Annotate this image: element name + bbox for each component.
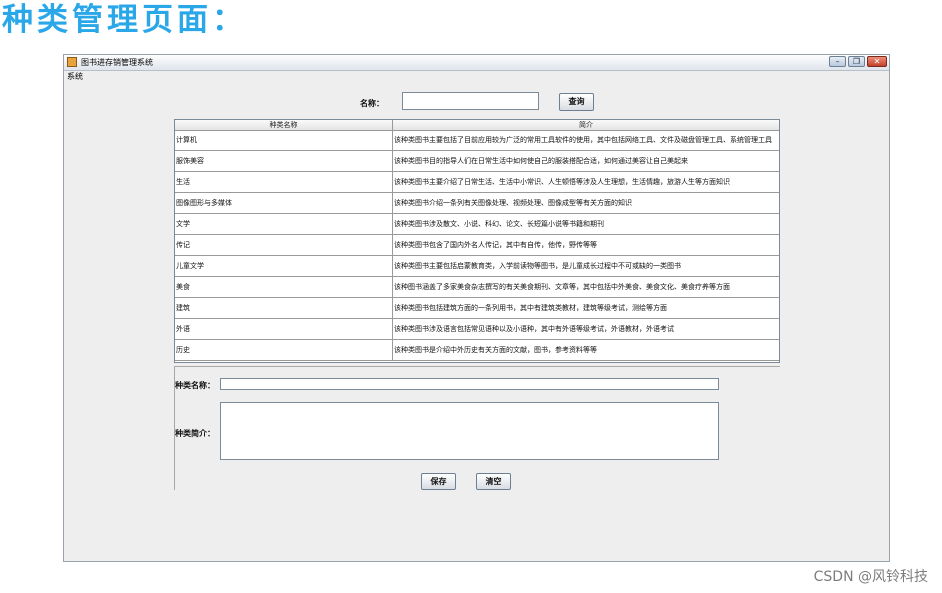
category-name-input[interactable]	[220, 378, 719, 390]
minimize-button[interactable]: –	[829, 56, 846, 67]
watermark: CSDN @风铃科技	[813, 569, 928, 585]
cell-category-description: 该种类图书涉及语言包括常见语种以及小语种，其中有外语等级考试，外语教材，外语考试	[394, 325, 674, 333]
table-row[interactable]: 建筑 该种类图书包括建筑方面的一条列用书，其中有建筑类教材，建筑等级考试，测绘等方…	[175, 298, 779, 319]
cell-category-name: 儿童文学	[175, 256, 393, 276]
category-description-textarea[interactable]	[220, 402, 719, 460]
category-table: 种类名称 简介 计算机 该种类图书主要包括了目前应用较为广泛的常用工具软件的使用，…	[174, 119, 780, 363]
category-description-label: 种类简介：	[175, 429, 215, 438]
table-row[interactable]: 计算机 该种类图书主要包括了目前应用较为广泛的常用工具软件的使用，其中包括网络工具…	[175, 130, 779, 151]
cell-category-description: 该种图书涵盖了多家美食杂志撰写的有关美食期刊、文章等，其中包括中外美食、美食文化…	[394, 283, 730, 291]
cell-category-description: 该种类图书介绍一条列有关图像处理、视频处理、图像成型等有关方面的知识	[394, 199, 632, 207]
cell-category-description: 该种类图书包含了国内外名人传记，其中有自传，他传，野传等等	[394, 241, 597, 249]
search-button[interactable]: 查询	[559, 93, 594, 111]
window-title: 图书进存销管理系统	[81, 58, 153, 67]
maximize-button[interactable]: ❐	[848, 56, 865, 67]
java-cup-icon	[67, 57, 77, 67]
column-header-name[interactable]: 种类名称	[175, 120, 393, 130]
cell-category-name: 生活	[175, 172, 393, 192]
cell-category-name: 计算机	[175, 130, 393, 150]
cell-category-description: 该种类图书主要包括了目前应用较为广泛的常用工具软件的使用，其中包括网络工具、文件…	[394, 136, 772, 144]
search-name-label: 名称：	[360, 99, 384, 108]
menu-system[interactable]: 系统	[67, 71, 83, 83]
table-row[interactable]: 美食 该种图书涵盖了多家美食杂志撰写的有关美食期刊、文章等，其中包括中外美食、美食…	[175, 277, 779, 298]
cell-category-name: 传记	[175, 235, 393, 255]
window-titlebar[interactable]: 图书进存销管理系统 – ❐ ✕	[64, 55, 889, 71]
table-row[interactable]: 文学 该种类图书涉及散文、小说、科幻、论文、长短篇小说等书籍和期刊	[175, 214, 779, 235]
window-controls: – ❐ ✕	[829, 56, 887, 68]
clear-button[interactable]: 清空	[476, 473, 511, 490]
cell-category-name: 外语	[175, 319, 393, 339]
column-header-description[interactable]: 简介	[393, 120, 779, 130]
cell-category-name: 历史	[175, 340, 393, 360]
slide-title: 种类管理页面：	[2, 2, 247, 38]
cell-category-description: 该种类图书包括建筑方面的一条列用书，其中有建筑类教材，建筑等级考试，测绘等方面	[394, 304, 667, 312]
search-name-input[interactable]	[402, 92, 539, 110]
cell-category-description: 该种类图书目的指导人们在日常生活中如何使自己的服装搭配合适，如何通过美容让自己美…	[394, 157, 688, 165]
cell-category-name: 服饰美容	[175, 151, 393, 171]
table-row[interactable]: 服饰美容 该种类图书目的指导人们在日常生活中如何使自己的服装搭配合适，如何通过美容…	[175, 151, 779, 172]
save-button[interactable]: 保存	[421, 473, 456, 490]
cell-category-description: 该种类图书涉及散文、小说、科幻、论文、长短篇小说等书籍和期刊	[394, 220, 604, 228]
cell-category-description: 该种类图书是介绍中外历史有关方面的文献，图书，参考资料等等	[394, 346, 597, 354]
cell-category-description: 该种类图书主要介绍了日常生活、生活中小常识、人生顿悟等涉及人生理想，生活情趣，旅…	[394, 178, 730, 186]
table-row[interactable]: 外语 该种类图书涉及语言包括常见语种以及小语种，其中有外语等级考试，外语教材，外语…	[175, 319, 779, 340]
cell-category-name: 建筑	[175, 298, 393, 318]
cell-category-name: 图像图形与多媒体	[175, 193, 393, 213]
app-window: 图书进存销管理系统 – ❐ ✕ 系统 名称： 查询 种类名称 简介 计算机 该种类…	[63, 54, 890, 562]
cell-category-name: 美食	[175, 277, 393, 297]
table-row[interactable]: 生活 该种类图书主要介绍了日常生活、生活中小常识、人生顿悟等涉及人生理想，生活情趣…	[175, 172, 779, 193]
table-row[interactable]: 传记 该种类图书包含了国内外名人传记，其中有自传，他传，野传等等	[175, 235, 779, 256]
table-row[interactable]: 图像图形与多媒体 该种类图书介绍一条列有关图像处理、视频处理、图像成型等有关方面的…	[175, 193, 779, 214]
table-body: 计算机 该种类图书主要包括了目前应用较为广泛的常用工具软件的使用，其中包括网络工具…	[175, 130, 779, 361]
menubar: 系统	[64, 71, 889, 83]
cell-category-name: 文学	[175, 214, 393, 234]
table-row[interactable]: 历史 该种类图书是介绍中外历史有关方面的文献，图书，参考资料等等	[175, 340, 779, 361]
close-button[interactable]: ✕	[867, 56, 887, 67]
category-name-label: 种类名称：	[175, 381, 215, 390]
table-row[interactable]: 儿童文学 该种类图书主要包括启蒙教育类，入学前读物等图书，是儿童成长过程中不可或缺…	[175, 256, 779, 277]
cell-category-description: 该种类图书主要包括启蒙教育类，入学前读物等图书，是儿童成长过程中不可或缺的一类图…	[394, 262, 681, 270]
